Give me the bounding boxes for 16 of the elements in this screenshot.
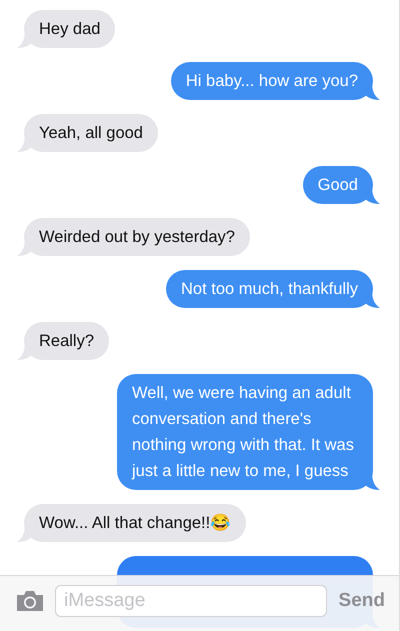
message-bubble: Weirded out by yesterday?	[24, 218, 250, 256]
message-bubble: Really?	[24, 322, 110, 360]
message-bubble: Yeah, all good	[24, 114, 158, 152]
message-bubble: Well, we were having an adult conversation and there's nothing wrong with that. It was just a little new to me, I guess	[117, 374, 373, 490]
camera-icon[interactable]	[15, 590, 45, 612]
message-bubble: Hi baby... how are you?	[170, 62, 373, 100]
message-bubble: Hey dad	[24, 10, 116, 48]
message-bubble: Not too much, thankfully	[166, 270, 373, 308]
bubble-tail	[364, 472, 380, 490]
bubble-tail	[364, 186, 380, 204]
message-bubble: Wow... All that change!!😂	[24, 504, 246, 542]
bubble-tail	[364, 290, 380, 308]
bubble-tail	[364, 82, 380, 100]
send-button[interactable]: Send	[336, 590, 385, 612]
message-bubble: Good	[302, 166, 373, 204]
message-field[interactable]: iMessage	[55, 584, 327, 616]
